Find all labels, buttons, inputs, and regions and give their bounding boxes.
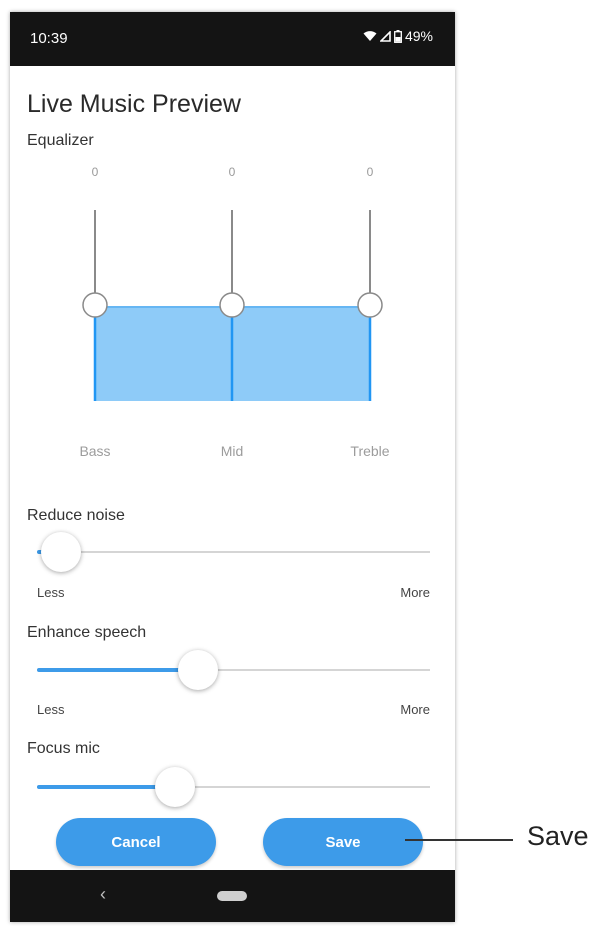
page-title: Live Music Preview	[27, 90, 241, 118]
slider-thumb[interactable]	[40, 532, 81, 572]
eq-thumb-mid[interactable]	[219, 292, 245, 318]
save-button[interactable]: Save	[263, 818, 423, 866]
battery-percent: 49%	[404, 28, 433, 44]
nav-home-pill[interactable]	[217, 891, 247, 901]
reduce-noise-label: Reduce noise	[27, 507, 125, 524]
eq-band-mid: Mid	[220, 443, 244, 459]
slider-thumb[interactable]	[178, 650, 219, 690]
status-time: 10:39	[30, 30, 68, 47]
focus-mic-label: Focus mic	[27, 740, 100, 757]
eq-thumb-treble[interactable]	[357, 292, 383, 318]
callout-label: Save	[527, 821, 589, 851]
navigation-bar: ‹	[10, 870, 455, 922]
callout-line	[405, 839, 513, 841]
enhance-speech-min-label: Less	[37, 702, 65, 717]
slider-fill	[37, 785, 175, 789]
slider-track	[37, 551, 430, 553]
equalizer-graph	[82, 210, 383, 401]
enhance-speech-max-label: More	[400, 702, 430, 717]
status-bar: 10:39 49%	[10, 12, 455, 66]
slider-fill	[37, 668, 199, 672]
cancel-button[interactable]: Cancel	[56, 818, 216, 866]
eq-thumb-bass[interactable]	[82, 292, 108, 318]
focus-mic-slider[interactable]	[37, 767, 430, 807]
equalizer: 0 0 0 Bass Mid Treble	[10, 157, 455, 477]
enhance-speech-label: Enhance speech	[27, 624, 147, 641]
phone-screen: 10:39 49% Live Music Preview Equalizer 0…	[10, 12, 455, 922]
battery-icon	[394, 29, 402, 43]
eq-band-treble: Treble	[350, 443, 390, 459]
reduce-noise-min-label: Less	[37, 585, 65, 600]
nav-back-icon[interactable]: ‹	[100, 884, 106, 905]
signal-icon	[379, 30, 391, 42]
status-icons: 49%	[363, 28, 433, 44]
eq-band-bass: Bass	[79, 443, 111, 459]
enhance-speech-slider[interactable]	[37, 650, 430, 690]
equalizer-label: Equalizer	[27, 132, 94, 149]
slider-thumb[interactable]	[154, 767, 195, 807]
wifi-icon	[363, 31, 377, 41]
reduce-noise-max-label: More	[400, 585, 430, 600]
reduce-noise-slider[interactable]	[37, 532, 430, 572]
